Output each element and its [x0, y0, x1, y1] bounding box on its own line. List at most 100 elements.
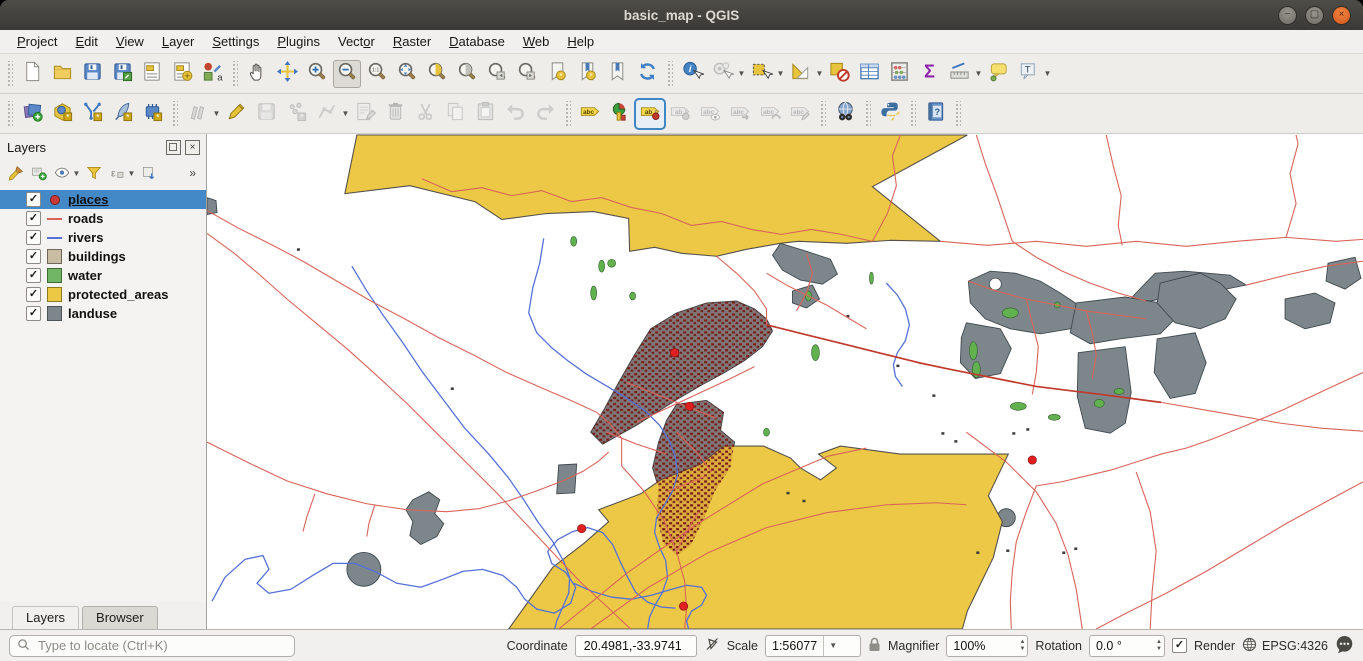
highlight-pinned-labels-button[interactable]: ab: [666, 100, 694, 128]
select-features-dropdown-icon[interactable]: ▼: [776, 69, 785, 78]
manage-map-themes-icon[interactable]: [52, 163, 72, 183]
zoom-to-layer-button[interactable]: [453, 60, 481, 88]
redo-button[interactable]: [531, 100, 559, 128]
menu-raster[interactable]: Raster: [384, 32, 440, 51]
menu-settings[interactable]: Settings: [203, 32, 268, 51]
zoom-next-button[interactable]: [513, 60, 541, 88]
add-group-icon[interactable]: [29, 163, 49, 183]
title-bar[interactable]: basic_map - QGIS −▢×: [0, 0, 1363, 30]
new-spatialite-layer-button[interactable]: *: [108, 100, 136, 128]
new-shapefile-layer-button[interactable]: *: [78, 100, 106, 128]
layer-diagram-options-button[interactable]: [606, 100, 634, 128]
new-spatial-bookmark-button[interactable]: *: [543, 60, 571, 88]
pin-unpin-labels-button[interactable]: ab: [636, 100, 664, 128]
toolbar-grip[interactable]: [6, 101, 13, 127]
tab-layers[interactable]: Layers: [12, 606, 79, 629]
menu-view[interactable]: View: [107, 32, 153, 51]
layer-item-landuse[interactable]: ✓landuse: [0, 304, 206, 323]
save-project-as-button[interactable]: [108, 60, 136, 88]
tab-browser[interactable]: Browser: [82, 606, 158, 629]
vertex-tool-button[interactable]: [312, 100, 340, 128]
open-project-button[interactable]: [48, 60, 76, 88]
filter-legend-icon[interactable]: [84, 163, 104, 183]
current-edits-button[interactable]: [183, 100, 211, 128]
scale-combo[interactable]: 1:56077 ▼: [765, 635, 861, 657]
rotation-spinbox[interactable]: 0.0 ° ▲▼: [1089, 635, 1165, 657]
new-geopackage-layer-button[interactable]: *: [48, 100, 76, 128]
map-canvas-container[interactable]: [207, 134, 1363, 629]
expand-collapse-all-icon[interactable]: [139, 163, 159, 183]
select-features-button[interactable]: [747, 60, 775, 88]
open-attribute-table-button[interactable]: [855, 60, 883, 88]
minimize-button[interactable]: −: [1278, 6, 1297, 25]
help-button[interactable]: ?: [921, 100, 949, 128]
measure-button[interactable]: [945, 60, 973, 88]
zoom-last-button[interactable]: [483, 60, 511, 88]
filter-by-expression-icon[interactable]: ε: [107, 163, 127, 183]
toolbar-grip[interactable]: [864, 101, 871, 127]
map-canvas[interactable]: [207, 134, 1363, 629]
vertex-tool-dropdown-icon[interactable]: ▼: [341, 109, 350, 118]
toolbar-grip[interactable]: [954, 101, 961, 127]
style-manager-button[interactable]: a: [198, 60, 226, 88]
panel-float-icon[interactable]: [166, 140, 181, 155]
zoom-in-button[interactable]: [303, 60, 331, 88]
toggle-editing-button[interactable]: [222, 100, 250, 128]
copy-features-button[interactable]: [441, 100, 469, 128]
save-project-button[interactable]: [78, 60, 106, 88]
add-point-feature-button[interactable]: *: [282, 100, 310, 128]
toolbar-grip[interactable]: [666, 61, 673, 87]
show-spatial-bookmarks-button[interactable]: *: [573, 60, 601, 88]
pan-to-selection-button[interactable]: [273, 60, 301, 88]
coordinate-box[interactable]: [575, 635, 697, 657]
panel-close-icon[interactable]: ×: [185, 140, 200, 155]
metasearch-button[interactable]: [831, 100, 859, 128]
menu-project[interactable]: Project: [8, 32, 66, 51]
zoom-to-selection-button[interactable]: [423, 60, 451, 88]
python-console-button[interactable]: [876, 100, 904, 128]
data-source-manager-button[interactable]: [18, 100, 46, 128]
maximize-button[interactable]: ▢: [1305, 6, 1324, 25]
move-label-button[interactable]: abc: [726, 100, 754, 128]
toolbar-grip[interactable]: [171, 101, 178, 127]
toolbar-grip[interactable]: [231, 61, 238, 87]
locator-search[interactable]: [9, 635, 295, 657]
delete-selected-button[interactable]: [381, 100, 409, 128]
deselect-features-button[interactable]: [825, 60, 853, 88]
toolbar-grip[interactable]: [564, 101, 571, 127]
extents-toggle-icon[interactable]: [704, 636, 720, 655]
crs-indicator[interactable]: EPSG:4326: [1242, 637, 1328, 655]
filter-by-expression-dropdown-icon[interactable]: ▼: [127, 169, 136, 178]
zoom-native-button[interactable]: 1:1: [363, 60, 391, 88]
text-annotation-button[interactable]: T: [1014, 60, 1042, 88]
manage-map-themes-dropdown-icon[interactable]: ▼: [72, 169, 81, 178]
layer-item-protected_areas[interactable]: ✓protected_areas: [0, 285, 206, 304]
layer-item-places[interactable]: ✓places: [0, 190, 206, 209]
rotate-label-button[interactable]: abc: [756, 100, 784, 128]
select-by-expression-dropdown-icon[interactable]: ▼: [815, 69, 824, 78]
layer-checkbox[interactable]: ✓: [26, 287, 41, 302]
menu-layer[interactable]: Layer: [153, 32, 204, 51]
toolbar-grip[interactable]: [819, 101, 826, 127]
panel-overflow-icon[interactable]: »: [189, 166, 202, 180]
save-layer-edits-button[interactable]: [252, 100, 280, 128]
menu-database[interactable]: Database: [440, 32, 514, 51]
map-tips-button[interactable]: [984, 60, 1012, 88]
layer-checkbox[interactable]: ✓: [26, 268, 41, 283]
new-project-button[interactable]: [18, 60, 46, 88]
cut-features-button[interactable]: [411, 100, 439, 128]
field-calculator-button[interactable]: [885, 60, 913, 88]
modify-attributes-button[interactable]: [351, 100, 379, 128]
lock-icon[interactable]: [868, 637, 881, 655]
layer-checkbox[interactable]: ✓: [26, 249, 41, 264]
toolbar-grip[interactable]: [6, 61, 13, 87]
layer-item-water[interactable]: ✓water: [0, 266, 206, 285]
show-bookmark-manager-button[interactable]: [603, 60, 631, 88]
menu-help[interactable]: Help: [558, 32, 603, 51]
layer-checkbox[interactable]: ✓: [26, 192, 41, 207]
measure-dropdown-icon[interactable]: ▼: [974, 69, 983, 78]
spinner-arrows-icon[interactable]: ▲▼: [1013, 639, 1025, 653]
change-label-button[interactable]: abc: [786, 100, 814, 128]
coordinate-input[interactable]: [582, 638, 690, 654]
close-button[interactable]: ×: [1332, 6, 1351, 25]
